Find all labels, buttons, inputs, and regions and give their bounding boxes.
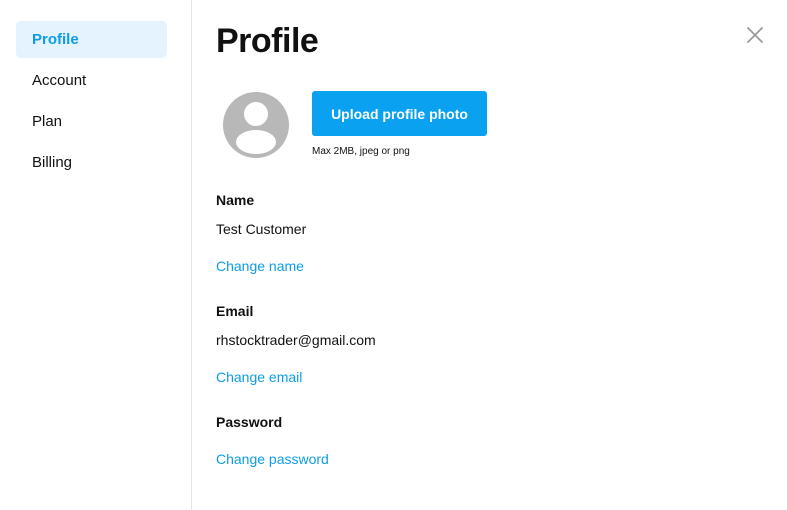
change-email-link[interactable]: Change email (216, 369, 302, 385)
change-name-link[interactable]: Change name (216, 258, 304, 274)
close-icon[interactable] (744, 24, 766, 46)
sidebar: Profile Account Plan Billing (0, 0, 192, 510)
upload-hint: Max 2MB, jpeg or png (312, 146, 410, 157)
password-label: Password (216, 414, 283, 430)
settings-dialog: Profile Account Plan Billing Profile Upl… (0, 0, 787, 510)
upload-profile-photo-button[interactable]: Upload profile photo (312, 91, 487, 136)
avatar (222, 91, 290, 159)
sidebar-item-profile[interactable]: Profile (16, 21, 167, 58)
change-password-link[interactable]: Change password (216, 451, 329, 467)
sidebar-item-account[interactable]: Account (16, 62, 167, 99)
name-label: Name (216, 192, 255, 208)
name-value: Test Customer (216, 221, 307, 237)
user-avatar-icon (223, 92, 289, 158)
sidebar-item-billing[interactable]: Billing (16, 144, 167, 181)
email-value: rhstocktrader@gmail.com (216, 332, 376, 348)
page-title: Profile (216, 22, 319, 60)
email-label: Email (216, 303, 254, 319)
sidebar-item-plan[interactable]: Plan (16, 103, 167, 140)
